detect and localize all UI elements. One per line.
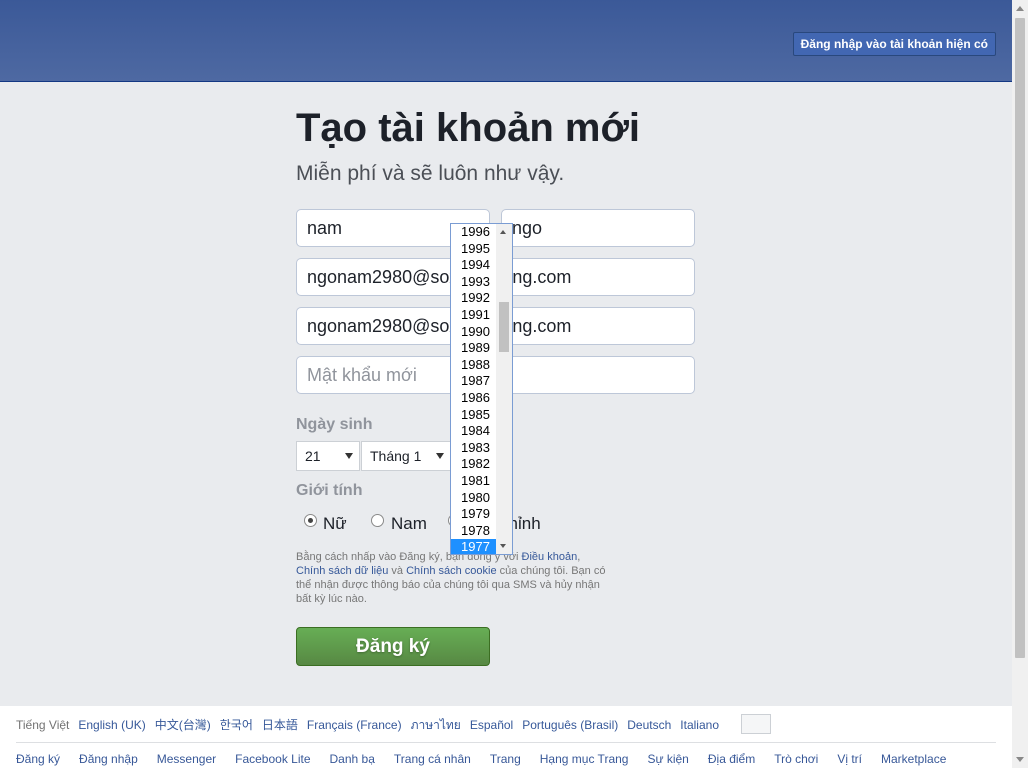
birthday-label: Ngày sinh: [296, 416, 373, 433]
footer-divider: [16, 742, 996, 743]
language-link[interactable]: Français (France): [307, 718, 402, 732]
login-existing-account-button[interactable]: Đăng nhập vào tài khoản hiện có: [792, 32, 996, 56]
year-option[interactable]: 1995: [451, 241, 497, 258]
scroll-up-arrow-icon[interactable]: [1016, 6, 1024, 11]
last-name-input[interactable]: ngo: [501, 209, 695, 247]
language-link[interactable]: 日本語: [262, 718, 298, 732]
footer-link[interactable]: Sự kiện: [647, 752, 688, 766]
cookie-policy-link[interactable]: Chính sách cookie: [406, 565, 497, 577]
language-link[interactable]: Português (Brasil): [522, 718, 618, 732]
year-option[interactable]: 1982: [451, 456, 497, 473]
scroll-up-arrow-icon[interactable]: [500, 230, 506, 234]
footer: Tiếng Việt English (UK) 中文(台灣) 한국어 日本語 França…: [0, 706, 1012, 768]
footer-link[interactable]: Đăng nhập: [79, 752, 138, 766]
footer-link[interactable]: Trang cá nhân: [394, 752, 471, 766]
language-link[interactable]: 한국어: [220, 718, 253, 732]
signup-button[interactable]: Đăng ký: [296, 627, 490, 666]
terms-and: và: [388, 565, 407, 577]
scroll-down-arrow-icon[interactable]: [500, 544, 506, 548]
year-scrollbar-thumb[interactable]: [499, 302, 509, 352]
year-option[interactable]: 1985: [451, 407, 497, 424]
year-option[interactable]: 1980: [451, 490, 497, 507]
data-policy-link[interactable]: Chính sách dữ liệu: [296, 565, 388, 577]
year-dropdown-list[interactable]: 1996 1995 1994 1993 1992 1991 1990 1989 1988 1987…: [450, 223, 513, 555]
language-link[interactable]: English (UK): [78, 718, 145, 732]
month-select-value: Tháng 1: [370, 448, 422, 464]
year-option[interactable]: 1990: [451, 324, 497, 341]
year-options: 1996 1995 1994 1993 1992 1991 1990 1989 1988 1987…: [451, 224, 497, 554]
terms-text: Bằng cách nhấp vào Đăng ký, bạn đồng ý v…: [296, 550, 608, 606]
footer-link[interactable]: Danh bạ: [330, 752, 375, 766]
footer-link[interactable]: Vị trí: [837, 752, 862, 766]
terms-link[interactable]: Điều khoản: [522, 551, 578, 563]
year-option[interactable]: 1992: [451, 290, 497, 307]
year-option[interactable]: 1994: [451, 257, 497, 274]
footer-link[interactable]: Đăng ký: [16, 752, 60, 766]
year-option[interactable]: 1986: [451, 390, 497, 407]
page-scrollbar[interactable]: [1012, 0, 1028, 768]
language-link[interactable]: 中文(台灣): [155, 718, 211, 732]
year-option[interactable]: 1978: [451, 523, 497, 540]
scroll-down-arrow-icon[interactable]: [1016, 757, 1024, 762]
footer-link[interactable]: Địa điểm: [708, 752, 755, 766]
year-option[interactable]: 1988: [451, 357, 497, 374]
gender-radio-female[interactable]: [304, 514, 317, 527]
gender-label: Giới tính: [296, 482, 363, 499]
chevron-down-icon: [436, 453, 444, 459]
year-option[interactable]: 1993: [451, 274, 497, 291]
language-link[interactable]: Deutsch: [627, 718, 671, 732]
year-option[interactable]: 1977: [451, 539, 497, 554]
footer-link[interactable]: Trò chơi: [774, 752, 818, 766]
year-option[interactable]: 1996: [451, 224, 497, 241]
year-option[interactable]: 1987: [451, 373, 497, 390]
footer-link[interactable]: Trang: [490, 752, 521, 766]
year-option[interactable]: 1981: [451, 473, 497, 490]
footer-link[interactable]: Marketplace: [881, 752, 946, 766]
footer-links: Đăng ký Đăng nhập Messenger Facebook Lite Da…: [16, 752, 965, 766]
scrollbar-thumb[interactable]: [1015, 18, 1025, 658]
terms-separator: ,: [577, 551, 581, 563]
month-select[interactable]: Tháng 1: [361, 441, 451, 471]
language-link[interactable]: ภาษาไทย: [411, 718, 461, 732]
language-link: Tiếng Việt: [16, 718, 70, 732]
language-link[interactable]: Italiano: [680, 718, 719, 732]
chevron-down-icon: [345, 453, 353, 459]
footer-link[interactable]: Hạng mục Trang: [540, 752, 629, 766]
year-dropdown-scrollbar[interactable]: [496, 224, 512, 554]
page-title: Tạo tài khoản mới: [296, 106, 641, 150]
year-option[interactable]: 1983: [451, 440, 497, 457]
language-link[interactable]: Español: [470, 718, 513, 732]
gender-label-female: Nữ: [323, 514, 347, 533]
year-option[interactable]: 1991: [451, 307, 497, 324]
footer-link[interactable]: Messenger: [157, 752, 216, 766]
gender-label-male: Nam: [391, 514, 427, 533]
more-languages-button[interactable]: [741, 714, 771, 734]
footer-link[interactable]: Facebook Lite: [235, 752, 310, 766]
page-subtitle: Miễn phí và sẽ luôn như vậy.: [296, 162, 565, 185]
language-list: Tiếng Việt English (UK) 中文(台灣) 한국어 日本語 França…: [16, 716, 728, 735]
gender-radio-male[interactable]: [371, 514, 384, 527]
year-option[interactable]: 1984: [451, 423, 497, 440]
day-select-value: 21: [305, 448, 321, 464]
day-select[interactable]: 21: [296, 441, 360, 471]
top-header: Đăng nhập vào tài khoản hiện có: [0, 0, 1012, 82]
year-option[interactable]: 1979: [451, 506, 497, 523]
year-option[interactable]: 1989: [451, 340, 497, 357]
